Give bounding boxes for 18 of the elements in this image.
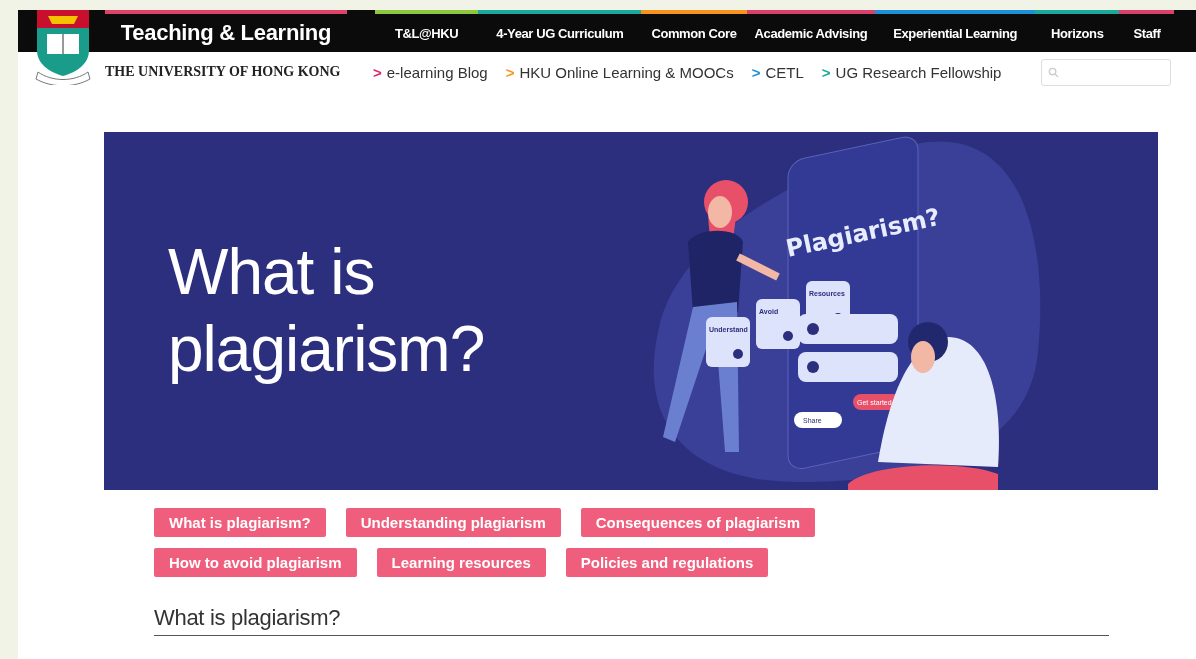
section-heading: What is plagiarism? [154, 605, 1109, 636]
nav-link[interactable]: Horizons [1035, 10, 1120, 52]
university-name: THE UNIVERSITY OF HONG KONG [105, 64, 342, 80]
nav-link[interactable]: 4-Year UG Curriculum [478, 10, 642, 52]
nav-link[interactable]: Common Core [641, 10, 747, 52]
nav-link[interactable]: Experiential Learning [875, 10, 1036, 52]
header-link[interactable]: > HKU Online Learning & MOOCs [505, 63, 734, 81]
header-link[interactable]: > e-learning Blog [373, 63, 488, 81]
site-title[interactable]: Teaching & Learning [105, 10, 347, 52]
header-link[interactable]: > CETL [751, 63, 804, 81]
nav-link[interactable]: T&L@HKU [375, 10, 479, 52]
crest-logo[interactable] [34, 10, 92, 85]
header-link[interactable]: > UG Research Fellowship [821, 63, 1002, 81]
banner-title: What is plagiarism? [168, 235, 486, 387]
nav-link[interactable]: Academic Advising [746, 10, 876, 52]
search-field[interactable] [1041, 58, 1172, 86]
nav-link[interactable]: Staff [1119, 10, 1175, 52]
search-icon [1048, 66, 1060, 78]
